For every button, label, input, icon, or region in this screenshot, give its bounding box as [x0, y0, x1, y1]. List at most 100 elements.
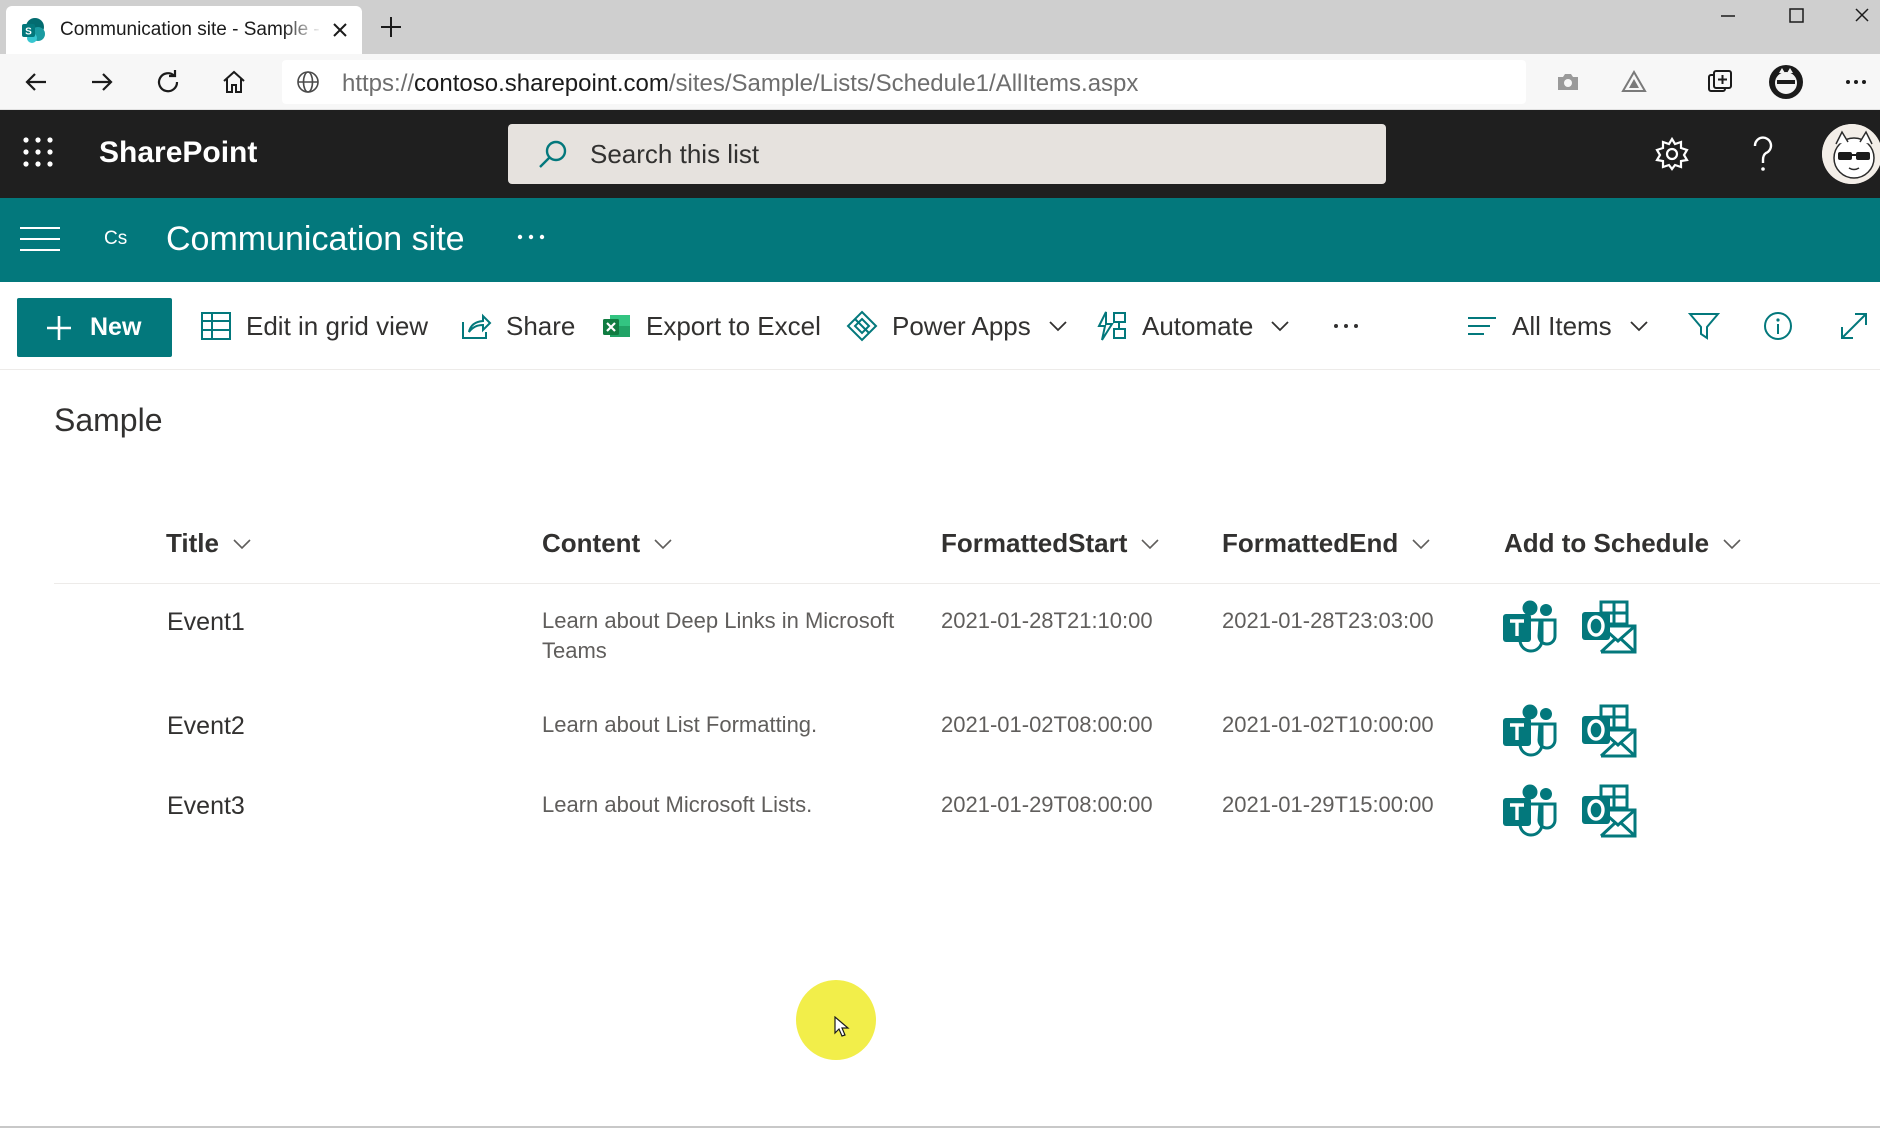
row-title[interactable]: Event3: [167, 792, 245, 821]
new-button-label: New: [90, 313, 142, 341]
url-field[interactable]: https://contoso.sharepoint.com/sites/Sam…: [282, 60, 1526, 104]
outlook-icon[interactable]: [1581, 600, 1637, 654]
share-button[interactable]: Share: [460, 302, 575, 350]
column-header-label: FormattedEnd: [1222, 528, 1399, 558]
browser-tab[interactable]: S Communication site - Sample - All Item…: [6, 6, 362, 54]
filter-icon[interactable]: [1688, 310, 1720, 342]
table-row[interactable]: Event3 Learn about Microsoft Lists. 2021…: [54, 784, 1880, 860]
excel-icon: [603, 315, 630, 337]
chevron-down-icon: [1412, 538, 1430, 549]
share-icon: [462, 313, 492, 339]
site-header: Cs Communication site: [0, 198, 1880, 282]
chevron-down-icon: [654, 538, 672, 549]
expand-icon[interactable]: [1838, 310, 1870, 342]
camera-icon[interactable]: [1552, 66, 1584, 98]
forward-icon[interactable]: [86, 66, 118, 98]
view-options-icon: [1468, 317, 1496, 335]
row-title[interactable]: Event1: [167, 608, 245, 637]
table-row[interactable]: Event2 Learn about List Formatting. 2021…: [54, 704, 1880, 780]
row-content: Learn about Deep Links in Microsoft Team…: [542, 608, 895, 663]
row-title[interactable]: Event2: [167, 712, 245, 741]
globe-icon: [297, 71, 319, 93]
home-icon[interactable]: [218, 66, 250, 98]
tab-title: Communication site - Sample - All Items: [60, 19, 322, 40]
brand-name[interactable]: SharePoint: [99, 136, 257, 170]
sharepoint-favicon-icon: S: [22, 18, 45, 43]
avatar-image-icon: [1822, 124, 1880, 184]
site-title[interactable]: Communication site: [166, 220, 465, 259]
app-launcher-icon[interactable]: [20, 134, 56, 170]
hamburger-menu-icon[interactable]: [20, 224, 60, 254]
row-end: 2021-01-29T15:00:00: [1222, 792, 1434, 817]
outlook-icon[interactable]: [1581, 784, 1637, 838]
info-icon[interactable]: [1762, 310, 1794, 342]
url-path: /sites/Sample/Lists/Schedule1/AllItems.a…: [668, 70, 1139, 97]
plus-icon: [47, 315, 71, 340]
chevron-down-icon: [1271, 321, 1289, 332]
chevron-down-icon: [1723, 538, 1741, 549]
outlook-icon[interactable]: [1581, 704, 1637, 758]
chevron-down-icon: [233, 538, 251, 549]
back-icon[interactable]: [20, 66, 52, 98]
edit-grid-view-label: Edit in grid view: [246, 310, 429, 341]
cursor-highlight: [796, 980, 876, 1060]
power-apps-label: Power Apps: [892, 310, 1031, 341]
url-text: https://contoso.sharepoint.com/sites/Sam…: [342, 70, 1138, 98]
column-header-content[interactable]: Content: [542, 528, 674, 559]
export-to-excel-label: Export to Excel: [646, 310, 821, 341]
help-icon[interactable]: [1746, 134, 1780, 174]
column-header-label: Add to Schedule: [1504, 528, 1710, 558]
row-start: 2021-01-02T08:00:00: [941, 712, 1153, 737]
table-row[interactable]: Event1 Learn about Deep Links in Microso…: [54, 600, 1880, 696]
automate-icon: [1097, 311, 1126, 341]
row-start: 2021-01-29T08:00:00: [941, 792, 1153, 817]
row-content: Learn about List Formatting.: [542, 712, 818, 737]
mouse-pointer-icon: [834, 1016, 850, 1037]
export-to-excel-button[interactable]: Export to Excel: [600, 302, 821, 350]
automate-label: Automate: [1142, 310, 1254, 341]
close-window-icon[interactable]: [1842, 4, 1880, 28]
more-icon[interactable]: [1840, 66, 1872, 98]
command-bar: New Edit in grid view Share Export to Ex…: [0, 282, 1880, 370]
site-logo[interactable]: Cs: [104, 228, 127, 250]
close-tab-icon[interactable]: [328, 18, 352, 42]
browser-tab-bar: S Communication site - Sample - All Item…: [0, 0, 1880, 54]
collections-icon[interactable]: [1704, 66, 1736, 98]
chevron-down-icon: [1141, 538, 1159, 549]
profile-icon[interactable]: [1768, 64, 1804, 100]
avatar[interactable]: [1822, 124, 1880, 184]
svg-text:S: S: [25, 27, 32, 38]
url-prefix: https://: [342, 70, 415, 97]
minimize-window-icon[interactable]: [1708, 4, 1748, 28]
column-header-formattedstart[interactable]: FormattedStart: [941, 528, 1161, 559]
maximize-window-icon[interactable]: [1776, 4, 1816, 28]
share-label: Share: [506, 310, 576, 341]
teams-icon[interactable]: [1502, 600, 1558, 654]
teams-icon[interactable]: [1502, 784, 1558, 838]
column-header-label: Content: [542, 528, 641, 558]
view-selector[interactable]: All Items: [1466, 302, 1650, 350]
chevron-down-icon: [1049, 321, 1067, 332]
teams-icon[interactable]: [1502, 704, 1558, 758]
view-selector-label: All Items: [1512, 310, 1612, 341]
suite-bar: SharePoint: [0, 110, 1880, 198]
column-header-formattedend[interactable]: FormattedEnd: [1222, 528, 1432, 559]
row-start: 2021-01-28T21:10:00: [941, 608, 1153, 633]
row-content: Learn about Microsoft Lists.: [542, 792, 813, 817]
column-header-label: FormattedStart: [941, 528, 1128, 558]
new-button[interactable]: New: [17, 298, 172, 357]
warning-icon[interactable]: [1618, 66, 1650, 98]
edit-grid-view-button[interactable]: Edit in grid view: [200, 302, 428, 350]
column-header-title[interactable]: Title: [166, 528, 253, 559]
automate-button[interactable]: Automate: [1096, 302, 1291, 350]
refresh-icon[interactable]: [152, 66, 184, 98]
settings-icon[interactable]: [1654, 136, 1690, 172]
column-header-add-to-schedule[interactable]: Add to Schedule: [1504, 528, 1743, 559]
more-commands-icon[interactable]: [1330, 310, 1362, 342]
new-tab-icon[interactable]: [376, 12, 406, 42]
power-apps-button[interactable]: Power Apps: [846, 302, 1069, 350]
search-box[interactable]: [508, 124, 1386, 184]
search-input[interactable]: [590, 134, 1350, 174]
row-end: 2021-01-02T10:00:00: [1222, 712, 1434, 737]
site-more-icon[interactable]: [514, 222, 548, 252]
